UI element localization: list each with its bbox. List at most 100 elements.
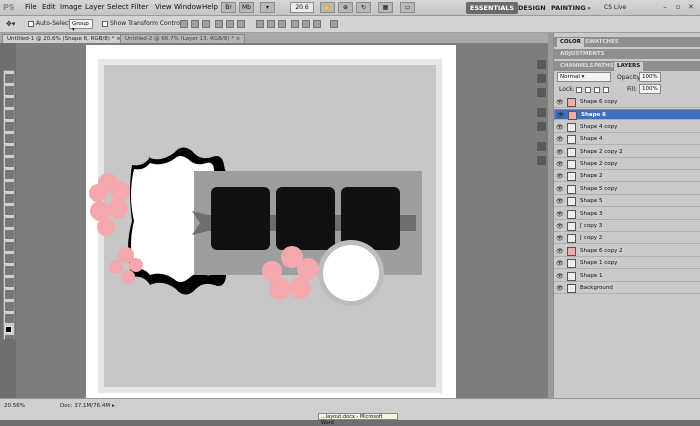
layer-row[interactable]: 👁 [ copy 3 (554, 221, 700, 232)
menu-window[interactable]: Window (174, 3, 202, 11)
mini-bridge-icon[interactable] (537, 60, 546, 69)
menu-filter[interactable]: Filter (131, 3, 148, 11)
layer-row[interactable]: 👁 Shape 5 copy (554, 183, 700, 195)
layer-row[interactable]: 👁 Shape 2 (554, 171, 700, 183)
lasso-tool-icon[interactable] (5, 98, 14, 107)
blur-tool-icon[interactable] (5, 218, 14, 227)
visibility-eye-icon[interactable]: 👁 (556, 124, 564, 131)
crop-tool-icon[interactable] (5, 122, 14, 131)
show-transform-checkbox[interactable] (102, 21, 108, 27)
history-icon[interactable] (537, 74, 546, 83)
visibility-eye-icon[interactable]: 👁 (557, 112, 565, 119)
opacity-field[interactable]: 100% (639, 72, 661, 82)
healing-brush-tool-icon[interactable] (5, 146, 14, 155)
eyedropper-tool-icon[interactable] (5, 134, 14, 143)
visibility-eye-icon[interactable]: 👁 (556, 273, 564, 280)
distribute-top-icon[interactable] (256, 20, 264, 28)
rotate-view-button[interactable]: ↻ (356, 2, 371, 13)
workspace-design[interactable]: DESIGN (514, 2, 550, 14)
hand-tool-button[interactable]: ✋ (320, 2, 335, 13)
path-select-tool-icon[interactable] (5, 266, 14, 275)
bridge-button[interactable]: Br (221, 2, 236, 13)
restore-icon[interactable]: ▫ (673, 3, 683, 12)
menu-layer[interactable]: Layer (85, 3, 105, 11)
minibridge-button[interactable]: Mb (239, 2, 254, 13)
lock-pixels-icon[interactable] (585, 87, 591, 93)
type-tool-icon[interactable] (5, 254, 14, 263)
lock-transparent-icon[interactable] (576, 87, 582, 93)
tab-paths[interactable]: PATHS (591, 62, 617, 71)
distribute-hcenter-icon[interactable] (302, 20, 310, 28)
layer-row[interactable]: 👁 [ copy 2 (554, 233, 700, 245)
tab-swatches[interactable]: SWATCHES (582, 38, 622, 47)
visibility-eye-icon[interactable]: 👁 (556, 285, 564, 292)
visibility-eye-icon[interactable]: 👁 (556, 136, 564, 143)
auto-select-dropdown[interactable]: Group ▾ (69, 19, 93, 33)
visibility-eye-icon[interactable]: 👁 (556, 235, 564, 242)
brush-presets-icon[interactable] (537, 108, 546, 117)
foreground-color-swatch[interactable] (5, 326, 12, 333)
screen-mode-button[interactable]: ▭ (400, 2, 415, 13)
visibility-eye-icon[interactable]: 👁 (556, 149, 564, 156)
visibility-eye-icon[interactable]: 👁 (556, 99, 564, 106)
menu-help[interactable]: Help (202, 3, 218, 11)
lock-all-icon[interactable] (603, 87, 609, 93)
status-zoom[interactable]: 20.56% (4, 403, 25, 409)
visibility-eye-icon[interactable]: 👁 (556, 198, 564, 205)
layer-row[interactable]: 👁 Shape 4 copy (554, 121, 700, 133)
3d-rotate-tool-icon[interactable] (5, 290, 14, 299)
tab-adjustments[interactable]: ADJUSTMENTS (557, 50, 608, 59)
blend-mode-dropdown[interactable]: Normal ▾ (557, 72, 611, 82)
actions-icon[interactable] (537, 88, 546, 97)
visibility-eye-icon[interactable]: 👁 (556, 223, 564, 230)
visibility-eye-icon[interactable]: 👁 (556, 173, 564, 180)
layer-row[interactable]: 👁 Shape 5 (554, 196, 700, 208)
layer-row[interactable]: 👁 Shape 1 (554, 270, 700, 282)
zoom-tool-icon[interactable] (5, 314, 14, 323)
layer-row[interactable]: 👁 Shape 3 (554, 208, 700, 220)
view-extras-button[interactable]: ▾ (260, 2, 275, 13)
align-right-icon[interactable] (237, 20, 245, 28)
marquee-tool-icon[interactable] (5, 86, 14, 95)
document-page[interactable] (86, 45, 456, 398)
auto-select-checkbox[interactable] (28, 21, 34, 27)
arrange-documents-button[interactable]: ▦ (378, 2, 393, 13)
distribute-bottom-icon[interactable] (278, 20, 286, 28)
gradient-tool-icon[interactable] (5, 206, 14, 215)
visibility-eye-icon[interactable]: 👁 (556, 211, 564, 218)
layer-row[interactable]: 👁 Shape 6 copy 2 (554, 245, 700, 257)
lock-position-icon[interactable] (594, 87, 600, 93)
minimize-icon[interactable]: – (660, 3, 670, 12)
fill-field[interactable]: 100% (639, 84, 661, 94)
visibility-eye-icon[interactable]: 👁 (556, 260, 564, 267)
close-icon[interactable]: ✕ (686, 3, 696, 12)
history-brush-tool-icon[interactable] (5, 182, 14, 191)
move-tool-icon[interactable]: ✥▾ (6, 20, 15, 28)
distribute-vcenter-icon[interactable] (267, 20, 275, 28)
menu-edit[interactable]: Edit (42, 3, 56, 11)
workspace-essentials[interactable]: ESSENTIALS (466, 2, 519, 14)
visibility-eye-icon[interactable]: 👁 (556, 186, 564, 193)
layer-row[interactable]: 👁 Shape 2 copy (554, 159, 700, 170)
tab-untitled-1[interactable]: Untitled-1 @ 20.6% (Shape 6, RGB/8) * × (2, 34, 126, 43)
layer-row[interactable]: 👁 Shape 4 (554, 134, 700, 146)
auto-align-icon[interactable] (330, 20, 338, 28)
align-vcenter-icon[interactable] (191, 20, 199, 28)
menu-file[interactable]: File (25, 3, 37, 11)
quick-select-tool-icon[interactable] (5, 110, 14, 119)
move-tool-icon[interactable] (5, 74, 14, 83)
align-left-icon[interactable] (215, 20, 223, 28)
layer-row[interactable]: 👁 Shape 6 (554, 109, 700, 121)
align-top-icon[interactable] (180, 20, 188, 28)
visibility-eye-icon[interactable]: 👁 (556, 161, 564, 168)
shape-tool-icon[interactable] (5, 278, 14, 287)
cs-live-button[interactable]: CS Live (600, 2, 630, 14)
tab-color[interactable]: COLOR (557, 38, 584, 47)
align-bottom-icon[interactable] (202, 20, 210, 28)
menu-view[interactable]: View (155, 3, 172, 11)
clone-stamp-tool-icon[interactable] (5, 170, 14, 179)
menu-image[interactable]: Image (60, 3, 82, 11)
status-arrow-icon[interactable]: ▸ (112, 403, 115, 409)
visibility-eye-icon[interactable]: 👁 (556, 248, 564, 255)
zoom-level-field[interactable]: 20.6 (290, 2, 314, 13)
